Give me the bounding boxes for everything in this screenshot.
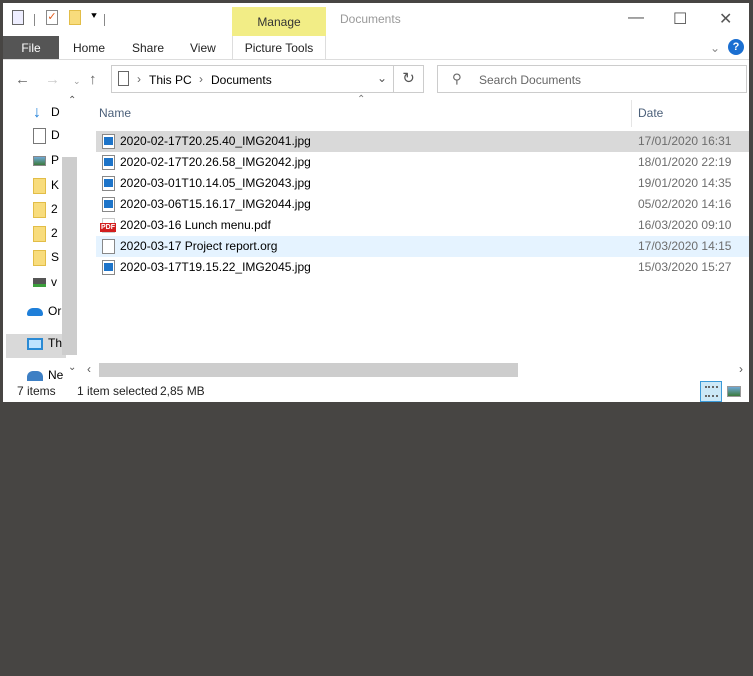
selection-size: 2,85 MB (160, 384, 205, 398)
window-title: Documents (340, 12, 401, 26)
column-header-name[interactable]: Name (99, 106, 131, 120)
selection-status: 1 item selected (77, 384, 158, 398)
image-file-icon (102, 176, 115, 191)
manage-tab[interactable]: Manage (232, 7, 326, 36)
sidebar-item-this-pc[interactable]: Th (27, 332, 87, 354)
maximize-button[interactable]: ☐ (673, 9, 687, 29)
up-button[interactable]: ↑ (89, 71, 97, 88)
help-icon[interactable]: ? (728, 39, 744, 55)
sort-ascending-icon: ⌃ (357, 94, 366, 105)
file-row[interactable]: 2020-03-17 Project report.org 17/03/2020 … (96, 236, 749, 257)
file-date: 16/03/2020 09:10 (638, 218, 732, 232)
image-file-icon (102, 260, 115, 275)
download-icon: ↓ (33, 103, 41, 121)
address-bar[interactable]: › This PC › Documents ⌄ (111, 65, 394, 93)
column-header-date[interactable]: Date (638, 106, 663, 120)
tab-picture-tools[interactable]: Picture Tools (232, 36, 326, 59)
file-name: 2020-03-06T15.16.17_IMG2044.jpg (120, 197, 311, 211)
back-button[interactable]: ← (15, 71, 30, 88)
sidebar-scroll-up[interactable]: ⌃ (68, 95, 76, 106)
file-date: 19/01/2020 14:35 (638, 176, 732, 190)
file-row[interactable]: 2020-02-17T20.26.58_IMG2042.jpg 18/01/202… (96, 152, 749, 173)
document-icon (33, 127, 46, 144)
tab-view[interactable]: View (190, 36, 216, 59)
horizontal-scrollbar-thumb[interactable] (99, 363, 518, 377)
large-icons-view-button[interactable] (727, 386, 741, 397)
file-name: 2020-02-17T20.26.58_IMG2042.jpg (120, 155, 311, 169)
recent-locations-icon[interactable]: ⌄ (73, 76, 81, 87)
file-row[interactable]: 2020-03-17T19.15.22_IMG2045.jpg 15/03/202… (96, 257, 749, 278)
forward-button[interactable]: → (45, 71, 60, 88)
document-file-icon (102, 239, 115, 254)
file-name: 2020-02-17T20.25.40_IMG2041.jpg (120, 134, 311, 148)
sidebar-scroll-down[interactable]: ⌄ (68, 362, 76, 373)
details-view-button[interactable] (700, 381, 722, 402)
tab-home[interactable]: Home (73, 36, 105, 59)
expand-ribbon-icon[interactable]: ⌄ (710, 36, 720, 59)
customize-toolbar-icon[interactable]: ⯆ (90, 11, 98, 22)
refresh-button[interactable]: ↻ (394, 65, 424, 93)
folder-icon (33, 225, 46, 242)
checkmark-icon[interactable]: ✓ (46, 10, 58, 25)
file-row[interactable]: PDF 2020-03-16 Lunch menu.pdf 16/03/2020 0… (96, 215, 749, 236)
scroll-left-button[interactable]: ‹ (87, 362, 91, 376)
item-count: 7 items (17, 384, 56, 398)
file-name: 2020-03-16 Lunch menu.pdf (120, 218, 271, 232)
sidebar-item-documents[interactable]: D (33, 124, 93, 146)
breadcrumb-documents[interactable]: Documents (211, 73, 272, 87)
file-date: 18/01/2020 22:19 (638, 155, 732, 169)
file-row[interactable]: 2020-03-06T15.16.17_IMG2044.jpg 05/02/202… (96, 194, 749, 215)
tab-file[interactable]: File (3, 36, 59, 59)
network-drive-icon (33, 278, 46, 288)
search-icon: ⚲ (452, 71, 462, 86)
file-row[interactable]: 2020-03-01T10.14.05_IMG2043.jpg 19/01/202… (96, 173, 749, 194)
documents-icon (118, 71, 129, 86)
new-folder-icon[interactable] (69, 10, 81, 25)
sidebar-item-downloads[interactable]: ↓ D (33, 101, 93, 123)
file-name: 2020-03-01T10.14.05_IMG2043.jpg (120, 176, 311, 190)
file-explorer-window: ✓ ⯆ Manage Documents — ☐ ✕ File Home Sha… (3, 3, 749, 402)
pictures-icon (33, 155, 46, 166)
file-date: 17/03/2020 14:15 (638, 239, 732, 253)
ribbon-tabs: File Home Share View Picture Tools ⌄ (3, 36, 749, 60)
tab-share[interactable]: Share (132, 36, 164, 59)
sidebar-item-network[interactable]: Ne (27, 364, 87, 386)
sidebar-scrollbar-thumb[interactable] (62, 157, 77, 355)
search-box[interactable]: ⚲ Search Documents (437, 65, 747, 93)
this-pc-icon (27, 337, 43, 350)
file-name: 2020-03-17T19.15.22_IMG2045.jpg (120, 260, 311, 274)
address-dropdown-icon[interactable]: ⌄ (377, 71, 387, 85)
breadcrumb-this-pc[interactable]: This PC (149, 73, 192, 87)
pdf-file-icon: PDF (100, 218, 116, 233)
properties-icon[interactable] (12, 10, 24, 25)
minimize-button[interactable]: — (628, 9, 644, 27)
image-file-icon (102, 134, 115, 149)
image-file-icon (102, 155, 115, 170)
file-date: 15/03/2020 15:27 (638, 260, 732, 274)
close-button[interactable]: ✕ (719, 9, 732, 29)
file-name: 2020-03-17 Project report.org (120, 239, 278, 253)
file-row[interactable]: 2020-02-17T20.25.40_IMG2041.jpg 17/01/202… (96, 131, 749, 152)
file-date: 17/01/2020 16:31 (638, 134, 732, 148)
sidebar-item-onedrive[interactable]: Or (27, 300, 87, 322)
image-file-icon (102, 197, 115, 212)
scroll-right-button[interactable]: › (739, 362, 743, 376)
details-view-icon (705, 386, 718, 397)
folder-icon (33, 249, 46, 266)
folder-icon (33, 177, 46, 194)
search-input[interactable]: Search Documents (479, 73, 581, 87)
file-date: 05/02/2020 14:16 (638, 197, 732, 211)
folder-icon (33, 201, 46, 218)
onedrive-icon (27, 307, 43, 316)
network-icon (27, 370, 43, 381)
